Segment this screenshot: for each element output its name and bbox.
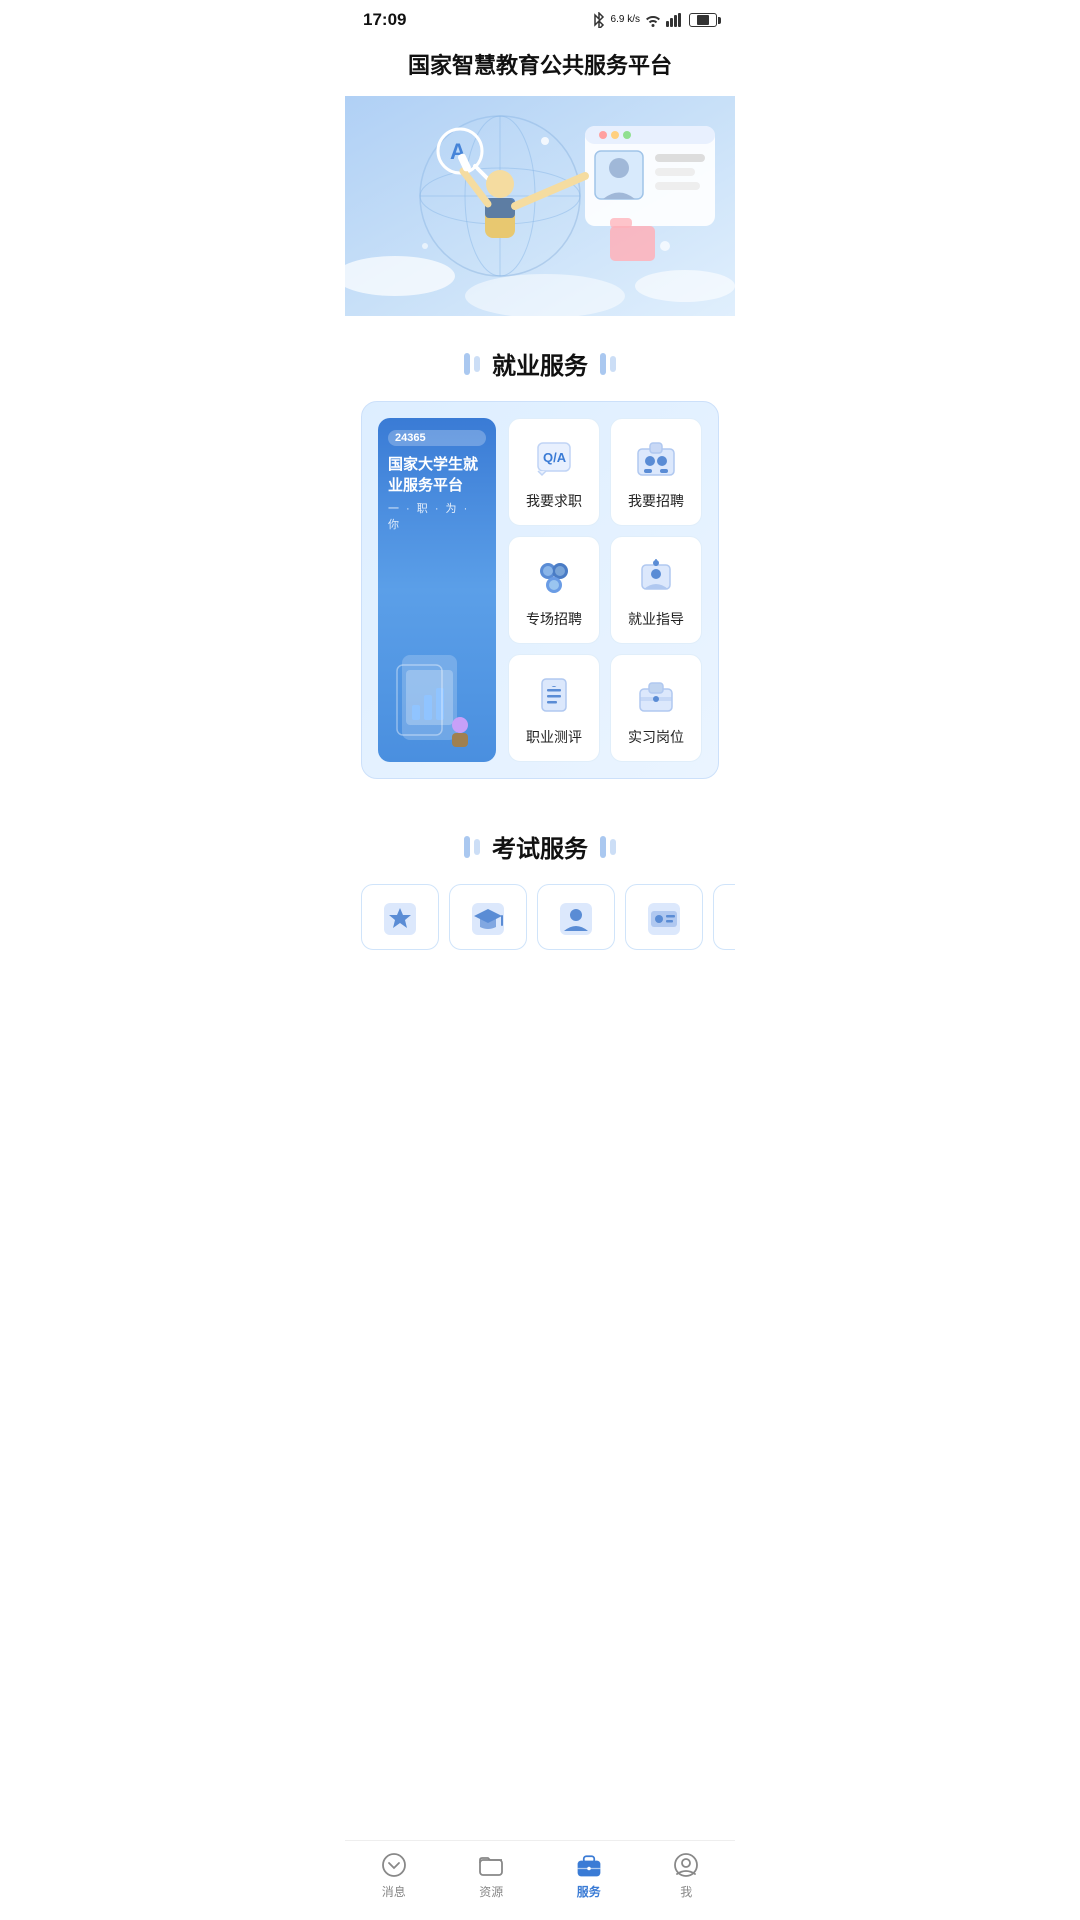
exam-hat-icon [470, 901, 506, 937]
left-decoration [464, 353, 480, 375]
job-test-label: 职业测评 [526, 727, 582, 747]
job-special-button[interactable]: 专场招聘 [508, 536, 600, 644]
nav-messages-label: 消息 [382, 1883, 406, 1900]
banner-illustration: A [345, 96, 735, 316]
emp-card-title: 国家大学生就业服务平台 [388, 454, 486, 496]
cet-icon: CET [734, 901, 735, 937]
bottom-navigation: 消息 资源 服务 [345, 1840, 735, 1920]
exam-card-2[interactable] [449, 884, 527, 950]
page-title: 国家智慧教育公共服务平台 [345, 36, 735, 96]
nav-resources-label: 资源 [479, 1883, 503, 1900]
exam-card-icon [646, 901, 682, 937]
hero-banner: A [345, 96, 735, 316]
exam-section: 考试服务 [345, 799, 735, 970]
nav-resources[interactable]: 资源 [443, 1851, 541, 1900]
test-icon [532, 673, 576, 717]
exam-card-4[interactable] [625, 884, 703, 950]
briefcase-icon [575, 1851, 603, 1879]
job-special-label: 专场招聘 [526, 609, 582, 629]
intern-icon [634, 673, 678, 717]
exam-card-1[interactable] [361, 884, 439, 950]
wifi-icon [645, 13, 661, 27]
exam-left-decoration [464, 836, 480, 858]
nav-services[interactable]: 服务 [540, 1851, 638, 1900]
exam-title: 考试服务 [492, 829, 588, 864]
employment-platform-card: 24365 国家大学生就业服务平台 一 · 职 · 为 · 你 [378, 418, 496, 762]
svg-text:Q/A: Q/A [543, 450, 567, 465]
guide-icon [634, 555, 678, 599]
employment-grid: Q/A 我要求职 我要 [508, 418, 702, 762]
job-seek-label: 我要求职 [526, 491, 582, 511]
employment-section-header: 就业服务 [345, 316, 735, 401]
status-bar: 17:09 6.9 k/s [345, 0, 735, 36]
status-time: 17:09 [363, 10, 406, 30]
battery-icon [689, 13, 717, 27]
job-seek-button[interactable]: Q/A 我要求职 [508, 418, 600, 526]
exam-cards-row: CET [345, 884, 735, 970]
exam-section-header: 考试服务 [345, 799, 735, 884]
job-guide-button[interactable]: 就业指导 [610, 536, 702, 644]
message-icon [380, 1851, 408, 1879]
emp-badge: 24365 [388, 430, 486, 446]
nav-profile-label: 我 [680, 1883, 692, 1900]
nav-messages[interactable]: 消息 [345, 1851, 443, 1900]
job-intern-label: 实习岗位 [628, 727, 684, 747]
recruit-icon [634, 437, 678, 481]
bluetooth-icon [592, 12, 606, 28]
exam-right-decoration [600, 836, 616, 858]
person-circle-icon [672, 1851, 700, 1879]
special-icon [532, 555, 576, 599]
exam-star-icon [382, 901, 418, 937]
emp-card-illustration [388, 532, 486, 750]
exam-card-3[interactable] [537, 884, 615, 950]
nav-services-label: 服务 [577, 1883, 601, 1900]
job-guide-label: 就业指导 [628, 609, 684, 629]
job-intern-button[interactable]: 实习岗位 [610, 654, 702, 762]
nav-profile[interactable]: 我 [638, 1851, 736, 1900]
qa-icon: Q/A [532, 437, 576, 481]
job-test-button[interactable]: 职业测评 [508, 654, 600, 762]
folder-icon [477, 1851, 505, 1879]
exam-person-icon [558, 901, 594, 937]
employment-title: 就业服务 [492, 346, 588, 381]
right-decoration [600, 353, 616, 375]
employment-box: 24365 国家大学生就业服务平台 一 · 职 · 为 · 你 [361, 401, 719, 779]
job-recruit-label: 我要招聘 [628, 491, 684, 511]
job-recruit-button[interactable]: 我要招聘 [610, 418, 702, 526]
status-icons: 6.9 k/s [592, 12, 717, 28]
exam-card-cet[interactable]: CET [713, 884, 735, 950]
emp-card-subtitle: 一 · 职 · 为 · 你 [388, 500, 486, 532]
signal-icon [666, 13, 684, 27]
speed-indicator: 6.9 k/s [611, 15, 640, 25]
